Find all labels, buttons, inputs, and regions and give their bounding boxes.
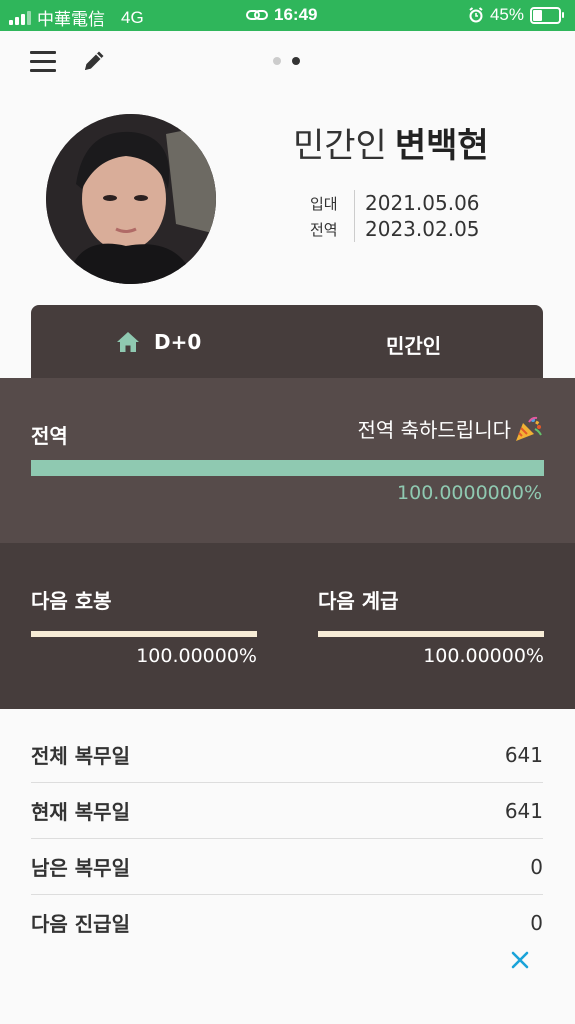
discharge-date: 2023.02.05 bbox=[354, 216, 480, 242]
battery-percent: 45% bbox=[489, 5, 524, 24]
next-pay-grade-title: 다음 호봉 bbox=[31, 589, 112, 613]
top-bar bbox=[0, 31, 575, 91]
next-pay-grade-bar bbox=[31, 631, 257, 637]
home-icon bbox=[117, 332, 139, 352]
congrats-message: 전역 축하드립니다 bbox=[357, 414, 543, 443]
next-rank-bar bbox=[318, 631, 544, 637]
discharge-row: 전역 2023.02.05 bbox=[310, 216, 480, 242]
stat-row-total: 전체 복무일 641 bbox=[31, 727, 543, 783]
carrier-name: 中華電信 bbox=[37, 10, 105, 29]
menu-icon[interactable] bbox=[30, 51, 56, 73]
discharge-progress-panel: 전역 전역 축하드립니다 100.0000000% bbox=[0, 378, 575, 543]
close-icon[interactable] bbox=[509, 949, 531, 971]
promotion-panel: 다음 호봉 100.00000% 다음 계급 100.00000% bbox=[0, 543, 575, 709]
user-name: 변백현 bbox=[394, 126, 489, 166]
enlist-row: 입대 2021.05.06 bbox=[310, 190, 480, 216]
pencil-icon[interactable] bbox=[80, 47, 108, 75]
page-dot[interactable] bbox=[292, 57, 300, 65]
stat-row-next-promotion: 다음 진급일 0 bbox=[31, 895, 543, 950]
tab-dday[interactable]: D+0 bbox=[116, 330, 201, 354]
next-pay-grade-percent: 100.00000% bbox=[136, 645, 257, 667]
dday-count: D+0 bbox=[154, 330, 202, 354]
status-prefix: 민간인 bbox=[293, 126, 387, 166]
next-rank: 다음 계급 100.00000% bbox=[318, 585, 544, 667]
next-pay-grade-fill bbox=[31, 631, 257, 637]
discharge-progress-fill bbox=[31, 460, 544, 476]
enlist-date: 2021.05.06 bbox=[354, 190, 480, 216]
discharge-progress-percent: 100.0000000% bbox=[397, 482, 542, 504]
status-bar: 中華電信 4G 16:49 45% bbox=[0, 0, 575, 31]
stat-value: 641 bbox=[504, 798, 543, 823]
stat-row-current: 현재 복무일 641 bbox=[31, 783, 543, 839]
discharge-progress-bar bbox=[31, 460, 544, 476]
service-stats: 전체 복무일 641 현재 복무일 641 남은 복무일 0 다음 진급일 0 bbox=[31, 727, 543, 950]
enlist-label: 입대 bbox=[310, 194, 338, 213]
discharge-progress-title: 전역 bbox=[31, 424, 68, 448]
battery-icon bbox=[530, 6, 564, 24]
next-rank-title: 다음 계급 bbox=[318, 589, 399, 613]
page-dot[interactable] bbox=[273, 57, 281, 65]
next-rank-fill bbox=[318, 631, 544, 637]
profile-photo bbox=[46, 114, 216, 284]
stat-label: 전체 복무일 bbox=[31, 744, 130, 768]
avatar-image bbox=[46, 114, 216, 284]
clock: 16:49 bbox=[274, 5, 318, 24]
link-icon bbox=[246, 10, 268, 20]
profile-name: 민간인 변백현 bbox=[293, 118, 489, 167]
network-type: 4G bbox=[121, 7, 144, 27]
next-pay-grade: 다음 호봉 100.00000% bbox=[31, 585, 257, 667]
status-tabs: D+0 민간인 bbox=[31, 305, 543, 378]
service-dates: 입대 2021.05.06 전역 2023.02.05 bbox=[310, 190, 480, 242]
congrats-text: 전역 축하드립니다 bbox=[357, 418, 511, 442]
party-popper-icon bbox=[516, 416, 542, 441]
stat-value: 641 bbox=[504, 742, 543, 767]
signal-icon bbox=[9, 10, 31, 25]
tab-status[interactable]: 민간인 bbox=[386, 330, 441, 359]
alarm-icon bbox=[469, 7, 483, 23]
stat-value: 0 bbox=[530, 854, 543, 879]
discharge-label: 전역 bbox=[310, 220, 338, 239]
stat-label: 남은 복무일 bbox=[31, 856, 130, 880]
next-rank-percent: 100.00000% bbox=[423, 645, 544, 667]
stat-label: 현재 복무일 bbox=[31, 800, 130, 824]
page-indicator bbox=[273, 57, 300, 65]
stat-label: 다음 진급일 bbox=[31, 912, 130, 936]
stat-row-remaining: 남은 복무일 0 bbox=[31, 839, 543, 895]
stat-value: 0 bbox=[530, 910, 543, 935]
